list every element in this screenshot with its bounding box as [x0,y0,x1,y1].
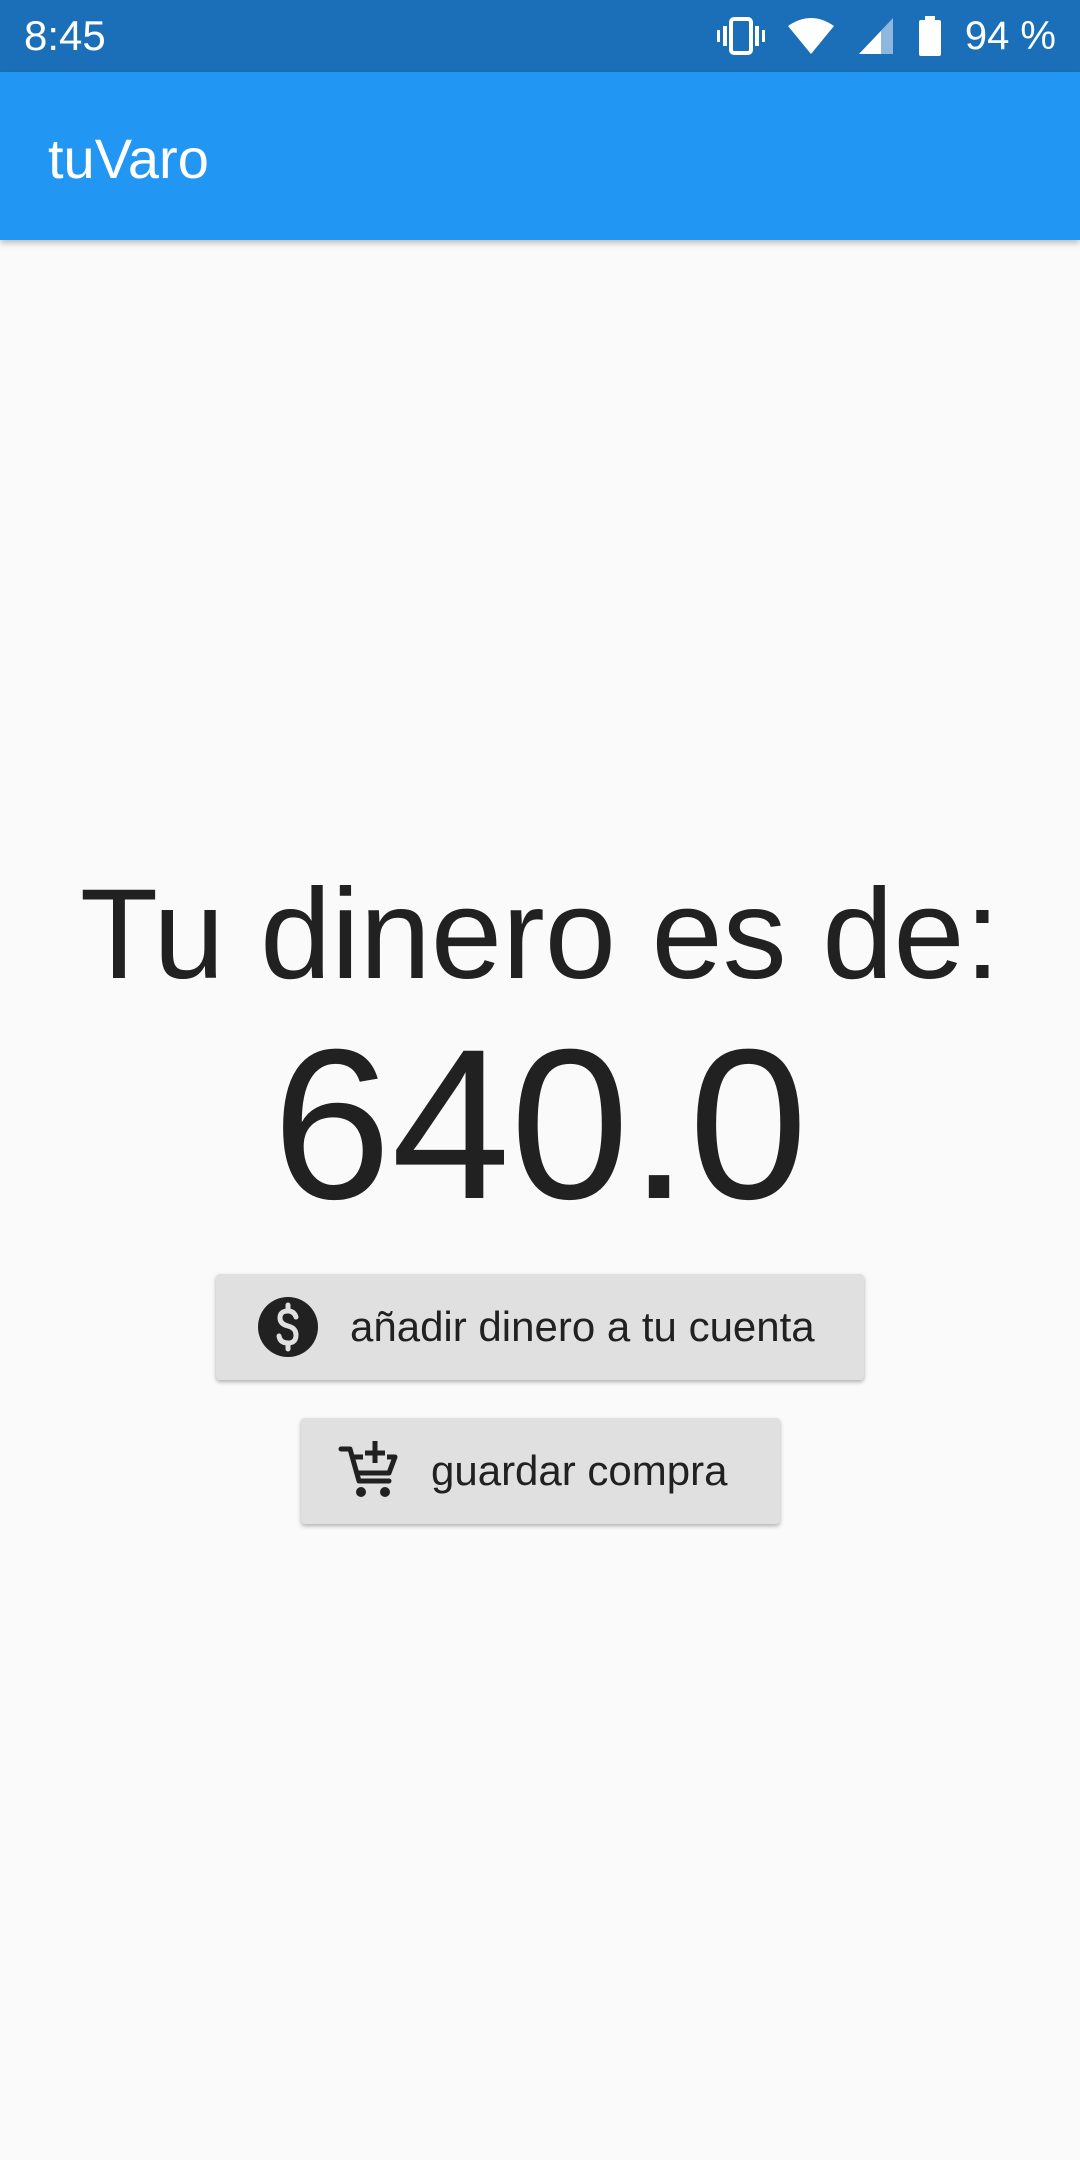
status-time: 8:45 [24,12,106,59]
add-money-button-label: añadir dinero a tu cuenta [350,1303,815,1350]
balance-amount: 640.0 [272,1005,808,1244]
save-purchase-button-label: guardar compra [431,1447,728,1494]
vibrate-icon [716,17,765,55]
cell-signal-icon [858,18,893,54]
battery-percentage: 94 % [964,14,1056,58]
balance-label: Tu dinero es de: [79,863,1001,1006]
add-shopping-cart-icon [338,1441,398,1497]
main-content: Tu dinero es de: 640.0 añadir dinero a t… [0,240,1080,2160]
dollar-circle-icon [258,1297,318,1357]
status-icons: 94 % [716,10,1056,62]
battery-icon [918,16,941,56]
wifi-icon [787,18,834,54]
status-bar: 8:45 94 % [0,0,1080,72]
save-purchase-button[interactable]: guardar compra [301,1418,780,1524]
app-title: tuVaro [48,127,209,190]
app-bar: tuVaro [0,72,1080,240]
add-money-button[interactable]: añadir dinero a tu cuenta [216,1274,864,1380]
